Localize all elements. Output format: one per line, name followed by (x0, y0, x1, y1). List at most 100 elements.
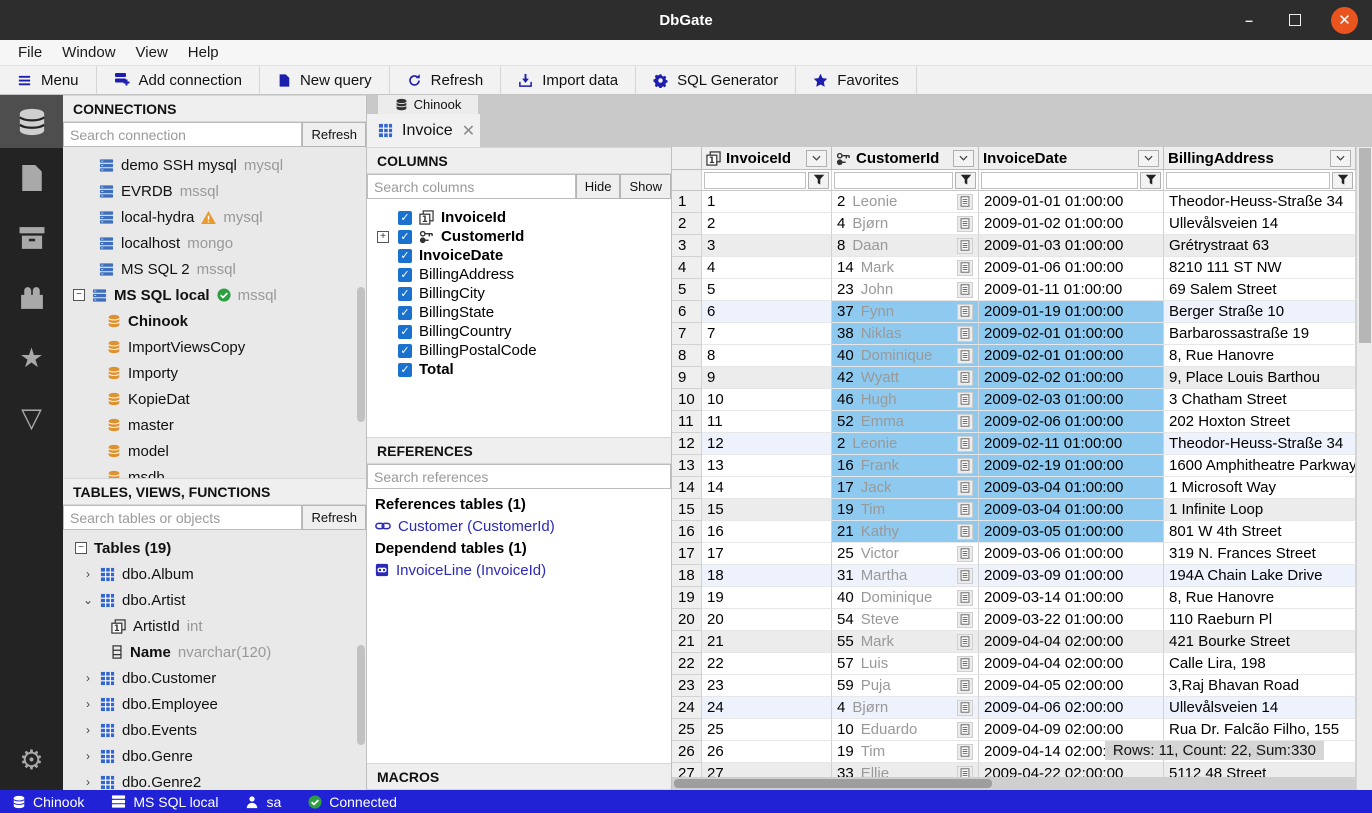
cell-invoice-id[interactable]: 3 (702, 235, 832, 257)
open-document-icon[interactable] (957, 282, 973, 298)
connections-refresh-button[interactable]: Refresh (302, 122, 366, 147)
cell-customer-id[interactable]: 59Puja (832, 675, 979, 697)
filter-input-CustomerId[interactable] (834, 172, 953, 189)
cell-customer-id[interactable]: 14Mark (832, 257, 979, 279)
activity-favorites[interactable]: ★ (0, 328, 63, 388)
cell-invoice-id[interactable]: 13 (702, 455, 832, 477)
chevron-right-icon[interactable]: › (83, 697, 93, 711)
connection-item[interactable]: −MS SQL localmssql (63, 282, 366, 308)
activity-filter[interactable]: ▽ (0, 388, 63, 448)
cell-billing-address[interactable]: 1600 Amphitheatre Parkway (1164, 455, 1356, 477)
table-item[interactable]: ›dbo.Genre (63, 743, 366, 769)
cell-invoice-id[interactable]: 2 (702, 213, 832, 235)
menu-help[interactable]: Help (178, 43, 229, 62)
row-number[interactable]: 7 (672, 323, 702, 345)
database-item[interactable]: msdb (63, 464, 366, 478)
cell-billing-address[interactable]: 801 W 4th Street (1164, 521, 1356, 543)
table-item[interactable]: ›dbo.Genre2 (63, 769, 366, 790)
cell-invoice-id[interactable]: 12 (702, 433, 832, 455)
open-document-icon[interactable] (957, 546, 973, 562)
cell-customer-id[interactable]: 17Jack (832, 477, 979, 499)
row-number[interactable]: 20 (672, 609, 702, 631)
toolbar-refresh-button[interactable]: Refresh (390, 66, 502, 94)
cell-invoice-id[interactable]: 7 (702, 323, 832, 345)
column-checkbox-row[interactable]: +✓CustomerId (367, 227, 671, 246)
open-document-icon[interactable] (957, 392, 973, 408)
connection-item[interactable]: local-hydramysql (63, 204, 366, 230)
column-item[interactable]: 1ArtistIdint (63, 613, 366, 639)
chevron-right-icon[interactable]: › (83, 749, 93, 763)
row-number[interactable]: 1 (672, 191, 702, 213)
cell-billing-address[interactable]: 110 Raeburn Pl (1164, 609, 1356, 631)
row-number[interactable]: 5 (672, 279, 702, 301)
open-document-icon[interactable] (957, 480, 973, 496)
open-document-icon[interactable] (957, 436, 973, 452)
toolbar-add-connection-button[interactable]: Add connection (97, 66, 260, 94)
chevron-right-icon[interactable]: › (83, 723, 93, 737)
column-menu-icon[interactable] (806, 150, 827, 167)
open-document-icon[interactable] (957, 634, 973, 650)
cell-invoice-date[interactable]: 2009-02-01 01:00:00 (979, 323, 1164, 345)
cell-invoice-date[interactable]: 2009-04-05 02:00:00 (979, 675, 1164, 697)
filter-icon[interactable] (808, 172, 829, 189)
maximize-button[interactable] (1289, 14, 1301, 26)
checkbox-checked[interactable]: ✓ (398, 344, 412, 358)
open-document-icon[interactable] (957, 568, 973, 584)
row-number[interactable]: 17 (672, 543, 702, 565)
open-document-icon[interactable] (957, 502, 973, 518)
cell-customer-id[interactable]: 4Bjørn (832, 697, 979, 719)
column-checkbox-row[interactable]: ✓1InvoiceId (367, 208, 671, 227)
column-checkbox-row[interactable]: ✓BillingPostalCode (367, 341, 671, 360)
cell-invoice-date[interactable]: 2009-02-06 01:00:00 (979, 411, 1164, 433)
search-tables-input[interactable] (63, 505, 302, 530)
cell-invoice-id[interactable]: 1 (702, 191, 832, 213)
open-document-icon[interactable] (957, 722, 973, 738)
open-document-icon[interactable] (957, 238, 973, 254)
database-item[interactable]: ImportViewsCopy (63, 334, 366, 360)
toolbar-favorites-button[interactable]: Favorites (796, 66, 917, 94)
cell-invoice-id[interactable]: 18 (702, 565, 832, 587)
cell-invoice-date[interactable]: 2009-01-01 01:00:00 (979, 191, 1164, 213)
toolbar-import-data-button[interactable]: Import data (501, 66, 636, 94)
menu-file[interactable]: File (8, 43, 52, 62)
connection-item[interactable]: demo SSH mysqlmysql (63, 152, 366, 178)
open-document-icon[interactable] (957, 590, 973, 606)
cell-customer-id[interactable]: 40Dominique (832, 587, 979, 609)
hide-button[interactable]: Hide (576, 174, 621, 199)
grid-header-BillingAddress[interactable]: BillingAddress (1164, 147, 1356, 170)
cell-invoice-date[interactable]: 2009-04-04 02:00:00 (979, 653, 1164, 675)
tables-root[interactable]: −Tables (19) (63, 535, 366, 561)
cell-customer-id[interactable]: 57Luis (832, 653, 979, 675)
row-number[interactable]: 12 (672, 433, 702, 455)
cell-invoice-id[interactable]: 10 (702, 389, 832, 411)
cell-invoice-id[interactable]: 17 (702, 543, 832, 565)
connection-item[interactable]: EVRDBmssql (63, 178, 366, 204)
open-document-icon[interactable] (957, 524, 973, 540)
cell-invoice-date[interactable]: 2009-01-02 01:00:00 (979, 213, 1164, 235)
cell-invoice-id[interactable]: 19 (702, 587, 832, 609)
cell-customer-id[interactable]: 38Niklas (832, 323, 979, 345)
menu-window[interactable]: Window (52, 43, 125, 62)
cell-customer-id[interactable]: 2Leonie (832, 433, 979, 455)
cell-billing-address[interactable]: Ullevålsveien 14 (1164, 697, 1356, 719)
filter-input-InvoiceDate[interactable] (981, 172, 1138, 189)
collapse-icon[interactable]: − (75, 542, 87, 554)
cell-billing-address[interactable]: 1 Infinite Loop (1164, 499, 1356, 521)
database-item[interactable]: Importy (63, 360, 366, 386)
cell-invoice-id[interactable]: 9 (702, 367, 832, 389)
search-columns-input[interactable] (367, 174, 576, 199)
cell-customer-id[interactable]: 2Leonie (832, 191, 979, 213)
cell-customer-id[interactable]: 4Bjørn (832, 213, 979, 235)
cell-invoice-date[interactable]: 2009-01-06 01:00:00 (979, 257, 1164, 279)
activity-settings[interactable]: ⚙ (0, 730, 63, 790)
search-connection-input[interactable] (63, 122, 302, 147)
row-number[interactable]: 10 (672, 389, 702, 411)
row-number[interactable]: 8 (672, 345, 702, 367)
filter-icon[interactable] (1332, 172, 1353, 189)
row-number[interactable]: 19 (672, 587, 702, 609)
filter-input-BillingAddress[interactable] (1166, 172, 1330, 189)
cell-invoice-id[interactable]: 24 (702, 697, 832, 719)
column-menu-icon[interactable] (1330, 150, 1351, 167)
cell-billing-address[interactable]: 9, Place Louis Barthou (1164, 367, 1356, 389)
cell-billing-address[interactable]: 202 Hoxton Street (1164, 411, 1356, 433)
